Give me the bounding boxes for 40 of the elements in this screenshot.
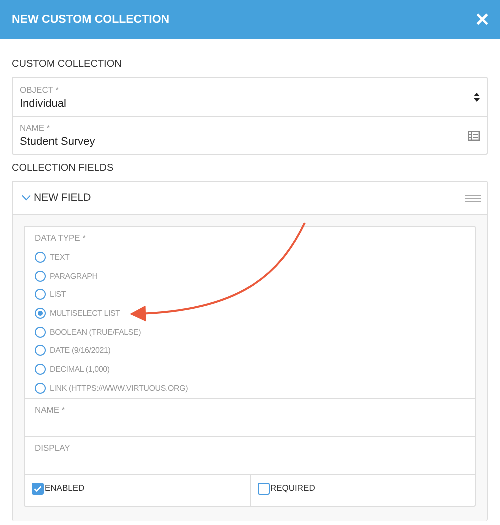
field-label: NAME * xyxy=(35,405,66,415)
radio-option[interactable]: BOOLEAN (TRUE/FALSE) xyxy=(35,322,142,342)
radio-option[interactable]: PARAGRAPH xyxy=(35,266,98,286)
input-field[interactable]: DISPLAY xyxy=(25,437,475,475)
sort-arrows-icon xyxy=(474,92,480,102)
dialog-title: NEW CUSTOM COLLECTION xyxy=(12,14,170,26)
field-label: NAME * xyxy=(20,123,52,133)
field-label: DATA TYPE * xyxy=(35,233,88,243)
section-heading: COLLECTION FIELDS xyxy=(12,163,115,174)
section-heading: CUSTOM COLLECTION xyxy=(12,59,123,70)
radio-button[interactable] xyxy=(35,345,46,356)
chevron-down-icon xyxy=(22,195,31,201)
select-field[interactable]: OBJECT * Individual xyxy=(13,78,487,116)
radio-option[interactable]: DECIMAL (1,000) xyxy=(35,360,110,379)
radio-option[interactable]: LIST xyxy=(35,285,66,304)
radio-button[interactable] xyxy=(35,364,46,375)
checkbox-label: ENABLED xyxy=(45,483,85,493)
field-value: Student Survey xyxy=(20,136,96,148)
radio-button[interactable] xyxy=(35,270,46,282)
radio-button[interactable] xyxy=(35,289,46,300)
checkbox[interactable] xyxy=(32,483,44,495)
field-label: OBJECT * xyxy=(20,84,60,94)
checkbox-label: REQUIRED xyxy=(270,483,316,493)
input-field[interactable]: NAME * xyxy=(25,399,475,437)
collapse-toggle[interactable]: NEW FIELD xyxy=(22,192,92,204)
radio-button[interactable] xyxy=(35,308,46,319)
field-value: Individual xyxy=(20,98,66,110)
card-icon xyxy=(468,130,480,140)
input-field[interactable]: NAME * Student Survey xyxy=(13,116,487,154)
radio-option[interactable]: DATE (9/16/2021) xyxy=(35,341,111,360)
field-label: DISPLAY xyxy=(35,443,72,453)
radio-option[interactable]: MULTISELECT LIST xyxy=(35,304,120,323)
checkbox[interactable] xyxy=(258,483,270,495)
radio-button[interactable] xyxy=(35,252,46,263)
radio-option[interactable]: LINK (HTTPS://WWW.VIRTUOUS.ORG) xyxy=(35,378,188,398)
radio-button[interactable] xyxy=(35,326,46,338)
drag-handle-icon[interactable] xyxy=(465,194,481,202)
radio-option[interactable]: TEXT xyxy=(35,248,70,267)
radio-button[interactable] xyxy=(35,382,46,394)
close-button[interactable]: ✕ xyxy=(475,8,490,30)
